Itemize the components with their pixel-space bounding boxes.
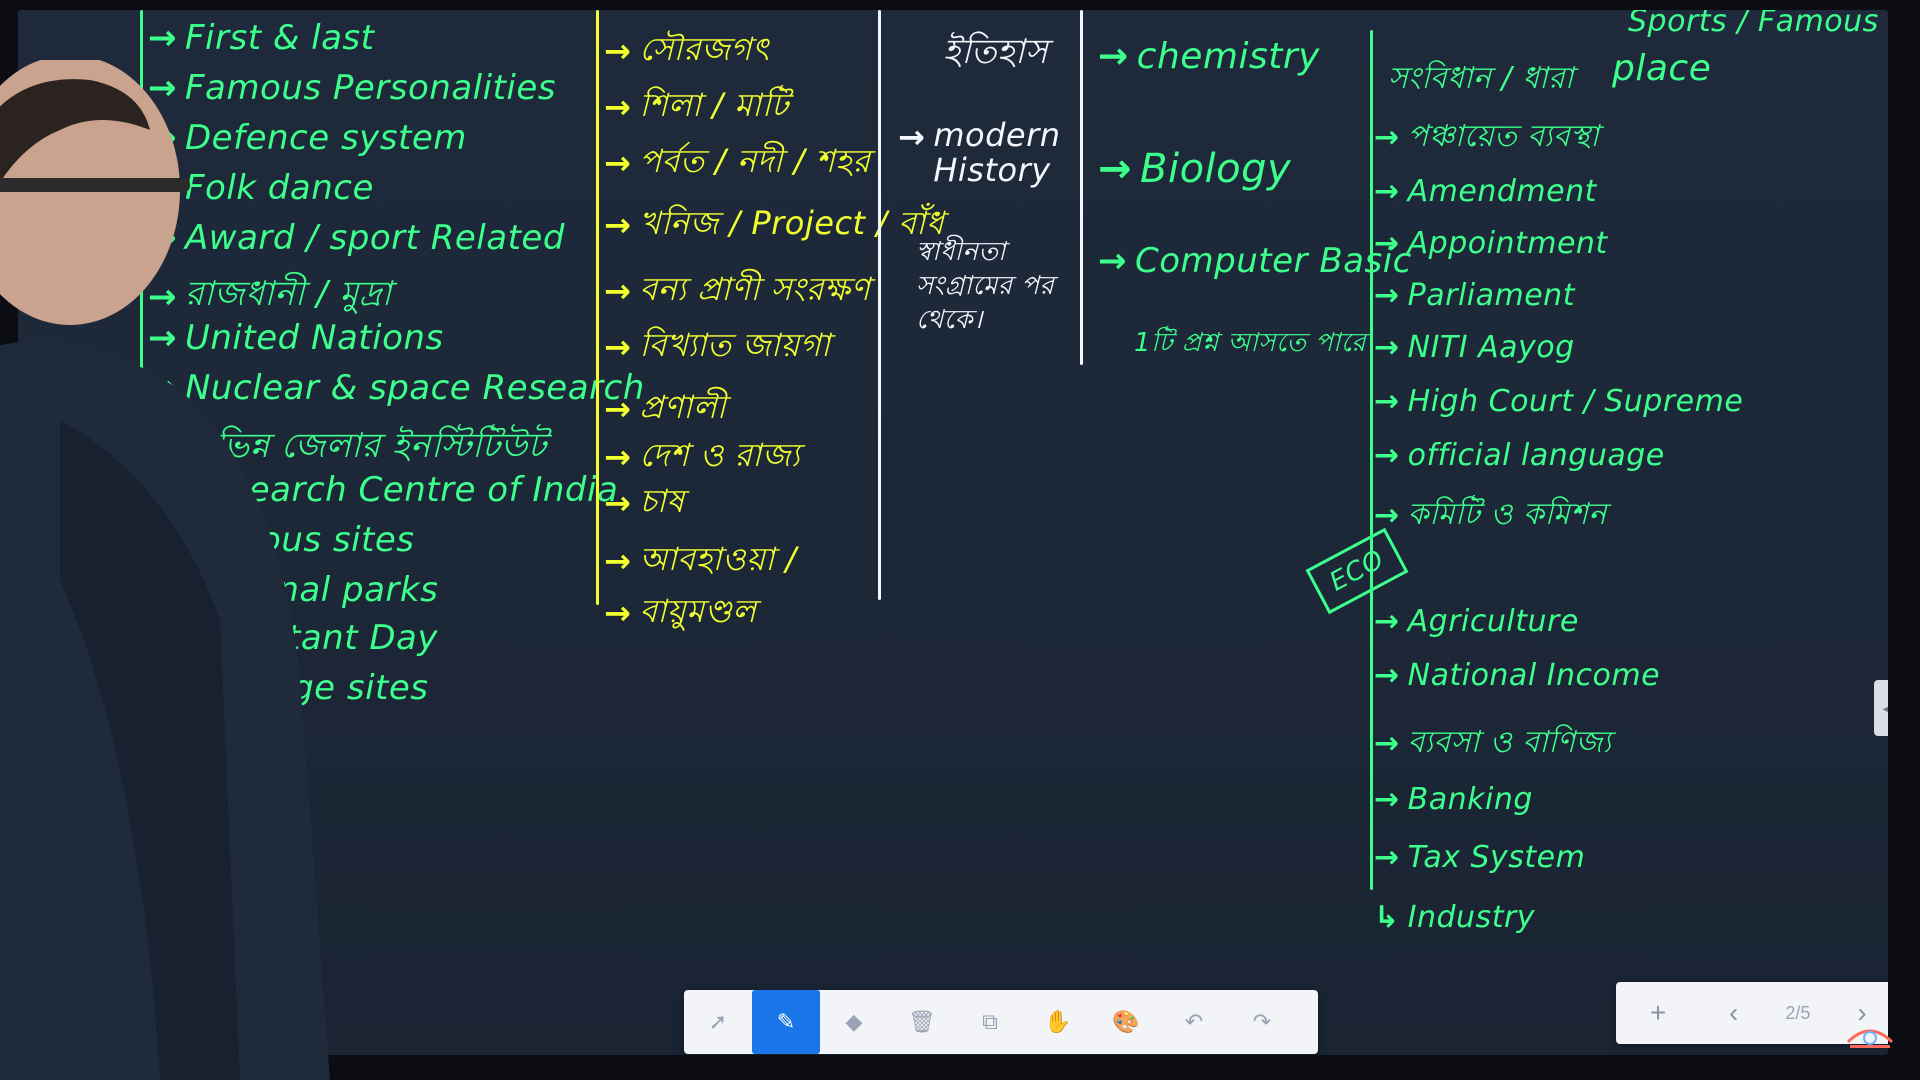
presenter-glasses [0, 178, 190, 192]
col2-item: শিলা / মাটি [639, 86, 789, 124]
col5-item: পঞ্চায়েত ব্যবস্থা [1407, 119, 1600, 154]
col2-item: বায়ুমণ্ডল [639, 592, 757, 630]
palette-icon: 🎨 [1112, 1009, 1140, 1034]
eraser-icon: ◆ [845, 1009, 863, 1034]
col4-item: Biology [1140, 146, 1292, 192]
redo-tool[interactable]: ↷ [1228, 990, 1296, 1054]
col6-top: Sports / Famous [1628, 10, 1879, 39]
col2-item: পর্বত / নদী / শহর [639, 142, 871, 180]
presenter-figure [0, 60, 330, 1080]
col2-item: সৌরজগৎ [639, 30, 770, 68]
col5-eco-item: Banking [1407, 782, 1533, 817]
col5-item: official language [1407, 438, 1665, 473]
col3-note: স্বাধীনতা সংগ্রামের পর থেকে। [916, 237, 1055, 335]
video-frame: →First & last →Famous Personalities →Def… [0, 0, 1920, 1080]
col5-eco-item: Agriculture [1407, 604, 1579, 639]
col5-item: Amendment [1407, 174, 1597, 209]
col5-item: NITI Aayog [1407, 330, 1575, 365]
page-indicator: 2/5 [1785, 1002, 1811, 1023]
col2-item: বিখ্যাত জায়গা [639, 326, 831, 364]
col2-item: বন্য প্রাণী সংরক্ষণ [639, 270, 871, 308]
col2-item: খনিজ / Project / বাঁধ [639, 204, 945, 242]
col6-item: place [1612, 48, 1712, 89]
shapes-icon: ⧉ [982, 1009, 998, 1034]
col5-item: কমিটি ও কমিশন [1407, 497, 1607, 532]
undo-icon: ↶ [1184, 1009, 1204, 1034]
pen-tool[interactable]: ✎ [752, 990, 820, 1054]
col5-item: Appointment [1407, 226, 1608, 261]
col2-item: প্রণালী [639, 388, 727, 426]
select-tool[interactable]: ➚ [684, 990, 752, 1054]
col4-note: 1টি প্রশ্ন আসতে পারে [1134, 328, 1367, 358]
col5-divider [1370, 30, 1373, 890]
channel-logo [1846, 1029, 1894, 1048]
chevron-left-icon: ◀ [1883, 700, 1888, 717]
eraser-tool[interactable]: ◆ [820, 990, 888, 1054]
hand-icon: ✋ [1044, 1009, 1072, 1034]
col5-eco-item: National Income [1407, 658, 1661, 693]
col2-item: আবহাওয়া / [639, 540, 797, 578]
col5-item: Parliament [1407, 278, 1575, 313]
col3-divider-left [878, 10, 881, 600]
col5-item: High Court / Supreme [1407, 384, 1744, 419]
col5-eco-item: Industry [1407, 900, 1536, 935]
shape-tool[interactable]: ⧉ [956, 990, 1024, 1054]
col1-item: First & last [185, 18, 375, 58]
col5-eco-item: ব্যবসা ও বাণিজ্য [1407, 725, 1612, 760]
trash-icon: 🗑 [908, 1009, 936, 1034]
add-page-button[interactable]: + [1634, 997, 1682, 1029]
col3-item: modern History [933, 116, 1061, 190]
drawing-toolbar: ➚ ✎ ◆ 🗑 ⧉ ✋ 🎨 ↶ ↷ [684, 990, 1318, 1054]
col5-header: সংবিধান / ধারা [1388, 61, 1574, 96]
redo-icon: ↷ [1252, 1009, 1272, 1034]
undo-tool[interactable]: ↶ [1160, 990, 1228, 1054]
col3-title: ইতিহাস [943, 32, 1049, 72]
hand-tool[interactable]: ✋ [1024, 990, 1092, 1054]
cursor-icon: ➚ [708, 1009, 728, 1034]
pen-icon: ✎ [776, 1009, 796, 1034]
prev-page-button[interactable]: ‹ [1710, 997, 1758, 1029]
side-panel-tab[interactable]: ◀ [1874, 680, 1888, 736]
delete-tool[interactable]: 🗑 [888, 990, 956, 1054]
col4-item: chemistry [1136, 36, 1320, 77]
col2-item: চাষ [639, 482, 685, 520]
col5-eco-item: Tax System [1407, 840, 1586, 875]
palette-tool[interactable]: 🎨 [1092, 990, 1160, 1054]
col2-divider [596, 10, 599, 605]
